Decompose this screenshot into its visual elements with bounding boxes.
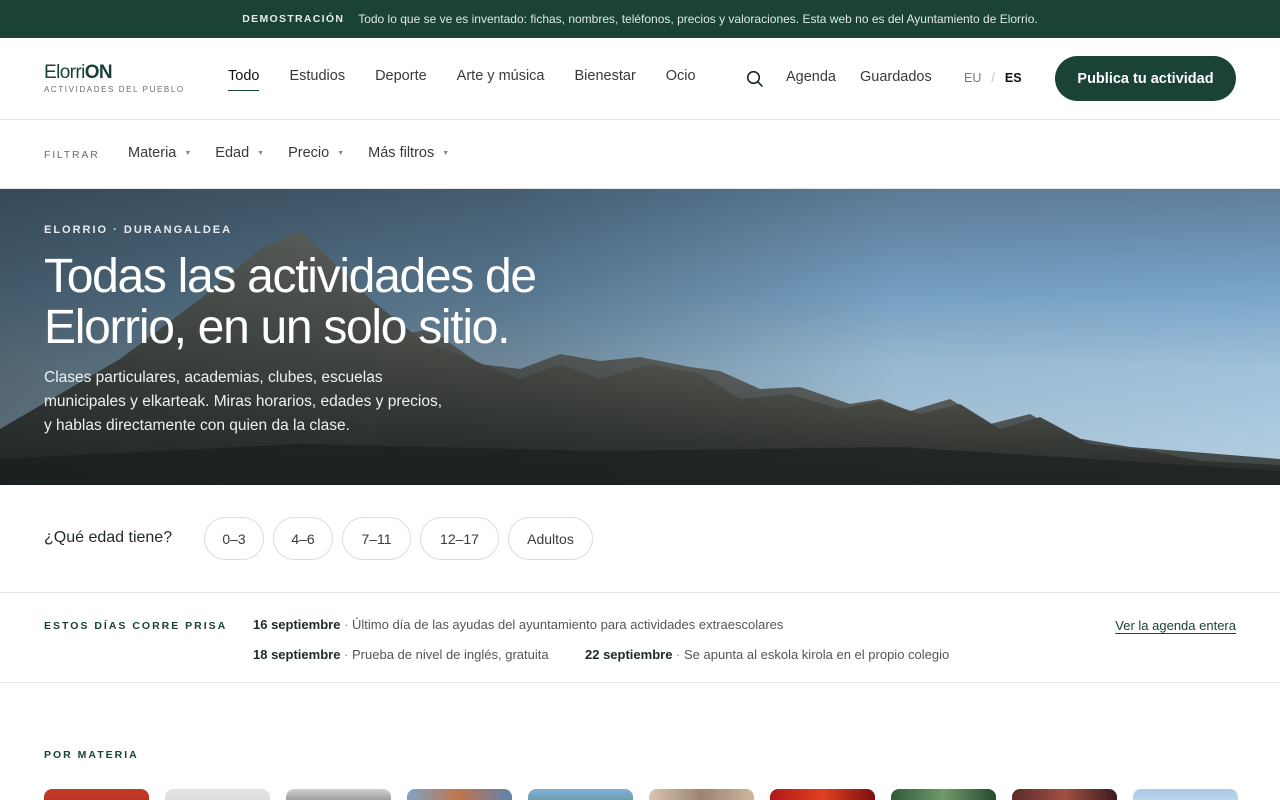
caret-down-icon: ▼ [184, 149, 192, 157]
nav-item-arte-musica[interactable]: Arte y música [457, 68, 545, 91]
deadline-item[interactable]: 22 septiembre · Se apunta al eskola kiro… [585, 647, 949, 662]
nav-item-deporte[interactable]: Deporte [375, 68, 427, 91]
by-subject-label: POR MATERIA [44, 749, 139, 761]
saved-link[interactable]: Guardados [860, 69, 932, 85]
caret-down-icon: ▼ [257, 149, 265, 157]
subject-card[interactable] [1133, 789, 1238, 800]
hero-title: Todas las actividades de Elorrio, en un … [44, 250, 537, 354]
caret-down-icon: ▼ [442, 149, 450, 157]
age-option-12-17[interactable]: 12–17 [420, 517, 499, 560]
logo-tagline: ACTIVIDADES DEL PUEBLO [44, 85, 185, 94]
nav-item-estudios[interactable]: Estudios [289, 68, 345, 91]
age-option-4-6[interactable]: 4–6 [273, 517, 333, 560]
subject-card[interactable] [407, 789, 512, 800]
subject-card[interactable] [891, 789, 996, 800]
site-logo[interactable]: ElorriON ACTIVIDADES DEL PUEBLO [44, 62, 185, 94]
age-option-7-11[interactable]: 7–11 [342, 517, 411, 560]
deadline-item[interactable]: 18 septiembre · Prueba de nivel de inglé… [253, 647, 549, 662]
filter-bar: FILTRAR Materia ▼ Edad ▼ Precio ▼ Más filtr… [0, 120, 1280, 189]
subject-card[interactable] [528, 789, 633, 800]
nav-item-ocio[interactable]: Ocio [666, 68, 696, 91]
demo-banner: DEMOSTRACIÓN Todo lo que se ve es invent… [0, 0, 1280, 38]
filter-mas-filtros[interactable]: Más filtros ▼ [368, 145, 449, 161]
deadlines-strip: ESTOS DÍAS CORRE PRISA 16 septiembre · Ú… [0, 593, 1280, 683]
filter-precio[interactable]: Precio ▼ [288, 145, 344, 161]
nav-item-bienestar[interactable]: Bienestar [575, 68, 636, 91]
hero-eyebrow: ELORRIO · DURANGALDEA [44, 224, 233, 236]
subject-card[interactable] [1012, 789, 1117, 800]
filter-materia[interactable]: Materia ▼ [128, 145, 191, 161]
hero-banner: ELORRIO · DURANGALDEA Todas las activida… [0, 189, 1280, 485]
subject-card[interactable] [649, 789, 754, 800]
age-question: ¿Qué edad tiene? [44, 529, 173, 546]
lang-separator: / [991, 71, 995, 85]
filter-edad[interactable]: Edad ▼ [215, 145, 264, 161]
age-options: 0–3 4–6 7–11 12–17 Adultos [204, 517, 593, 560]
subject-card[interactable] [770, 789, 875, 800]
publish-activity-button[interactable]: Publica tu actividad [1055, 56, 1236, 101]
subject-card[interactable] [165, 789, 270, 800]
search-icon [746, 70, 763, 87]
agenda-link[interactable]: Agenda [786, 69, 836, 85]
age-option-adultos[interactable]: Adultos [508, 517, 593, 560]
deadline-item[interactable]: 16 septiembre · Último día de las ayudas… [253, 617, 783, 632]
nav-item-todo[interactable]: Todo [228, 68, 260, 91]
lang-es[interactable]: ES [1005, 71, 1022, 85]
filter-list: Materia ▼ Edad ▼ Precio ▼ Más filtros ▼ [128, 145, 473, 161]
demo-message: Todo lo que se ve es inventado: fichas, … [358, 12, 1038, 26]
lang-eu[interactable]: EU [964, 71, 981, 85]
subject-thumbnails [44, 789, 1238, 800]
full-agenda-link[interactable]: Ver la agenda entera [1115, 618, 1236, 633]
caret-down-icon: ▼ [337, 149, 345, 157]
demo-tag: DEMOSTRACIÓN [242, 13, 345, 25]
subject-card[interactable] [286, 789, 391, 800]
hero-description: Clases particulares, academias, clubes, … [44, 369, 443, 434]
filter-label: FILTRAR [44, 149, 100, 161]
logo-wordmark: ElorriON [44, 62, 113, 83]
search-button[interactable] [745, 69, 765, 89]
age-option-0-3[interactable]: 0–3 [204, 517, 264, 560]
deadlines-label: ESTOS DÍAS CORRE PRISA [44, 620, 228, 632]
language-switcher: EU / ES [964, 71, 1022, 85]
subject-card[interactable] [44, 789, 149, 800]
main-nav: Todo Estudios Deporte Arte y música Bien… [228, 68, 726, 91]
age-selector: ¿Qué edad tiene? 0–3 4–6 7–11 12–17 Adul… [0, 485, 1280, 593]
site-header: ElorriON ACTIVIDADES DEL PUEBLO Todo Est… [0, 38, 1280, 120]
